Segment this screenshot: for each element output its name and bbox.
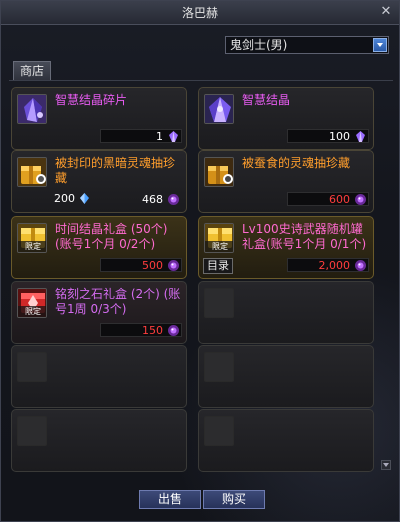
item-name: Lv100史诗武器随机罐礼盒(账号1个月 0/1个) — [242, 222, 367, 251]
price-value: 500 — [142, 259, 163, 272]
limited-badge: 限定 — [205, 241, 233, 252]
catalog-button[interactable]: 目录 — [203, 258, 233, 274]
price-field: 150 — [100, 323, 182, 337]
item-name: 被封印的黑暗灵魂抽珍藏 — [55, 156, 176, 185]
shop-item-slot[interactable]: 智慧结晶 100 — [198, 87, 374, 150]
inscription-stone-box-icon: 限定 — [17, 288, 47, 318]
item-name: 智慧结晶 — [242, 93, 291, 107]
epic-weapon-box-icon: 限定 — [204, 223, 234, 253]
time-crystal-box-icon: 限定 — [17, 223, 47, 253]
soul-icon — [168, 194, 179, 205]
devoured-box-icon — [204, 157, 234, 187]
empty-item-slot — [198, 409, 374, 472]
shop-item-slot[interactable]: 限定 铭刻之石礼盒 (2个) (账号1周 0/3个) 150 — [11, 281, 187, 344]
secondary-price-field: 200 — [17, 192, 95, 206]
price-value: 468 — [142, 193, 163, 206]
empty-item-slot — [198, 281, 374, 344]
item-name: 铭刻之石礼盒 (2个) (账号1周 0/3个) — [55, 287, 181, 316]
price-field: 2,000 — [287, 258, 369, 272]
window-title: 洛巴赫 — [181, 6, 218, 20]
shop-item-slot[interactable]: 智慧结晶碎片 1 — [11, 87, 187, 150]
price-field: 468 — [100, 192, 182, 206]
purple-crystal-icon — [356, 131, 365, 142]
empty-slot-icon — [204, 288, 234, 318]
job-dropdown[interactable]: 鬼剑士(男) — [225, 36, 389, 54]
soul-icon — [355, 194, 366, 205]
price-field: 100 — [287, 129, 369, 143]
scroll-down-icon[interactable] — [381, 460, 391, 470]
shop-item-slot[interactable]: 限定 Lv100史诗武器随机罐礼盒(账号1个月 0/1个) 目录 2,000 — [198, 216, 374, 279]
scrollbar[interactable] — [381, 91, 391, 463]
sell-button[interactable]: 出售 — [139, 490, 201, 509]
buy-button[interactable]: 购买 — [203, 490, 265, 509]
sealed-box-icon — [17, 157, 47, 187]
price-field: 500 — [100, 258, 182, 272]
close-icon[interactable]: ✕ — [379, 5, 393, 19]
shop-item-slot[interactable]: 被蚕食的灵魂抽珍藏 600 — [198, 150, 374, 213]
soul-icon — [168, 260, 179, 271]
shop-item-slot[interactable]: 被封印的黑暗灵魂抽珍藏 200 468 — [11, 150, 187, 213]
price-value: 600 — [329, 193, 350, 206]
item-name: 被蚕食的灵魂抽珍藏 — [242, 156, 351, 170]
item-name: 时间结晶礼盒 (50个) (账号1个月 0/2个) — [55, 222, 168, 251]
chevron-down-icon[interactable] — [373, 38, 387, 52]
job-dropdown-value: 鬼剑士(男) — [230, 38, 288, 52]
price-field: 1 — [100, 129, 182, 143]
empty-slot-icon — [204, 416, 234, 446]
secondary-price-value: 200 — [54, 192, 75, 205]
price-value: 2,000 — [318, 259, 351, 272]
price-value: 150 — [142, 324, 163, 337]
limited-badge: 限定 — [18, 241, 46, 252]
empty-slot-icon — [17, 352, 47, 382]
tab-shop[interactable]: 商店 — [13, 61, 51, 80]
soul-icon — [168, 325, 179, 336]
shop-item-slot[interactable]: 限定 时间结晶礼盒 (50个) (账号1个月 0/2个) 500 — [11, 216, 187, 279]
empty-item-slot — [198, 345, 374, 408]
window-titlebar[interactable]: 洛巴赫 ✕ — [1, 1, 399, 25]
npc-shop-window: 洛巴赫 ✕ 鬼剑士(男) 商店 智慧结晶碎片 1 智慧结晶 100 被封印的黑暗… — [0, 0, 400, 522]
blue-crystal-icon — [80, 193, 89, 204]
empty-slot-icon — [17, 416, 47, 446]
price-value: 1 — [156, 130, 163, 143]
empty-slot-icon — [204, 352, 234, 382]
purple-crystal-icon — [169, 131, 178, 142]
price-field: 600 — [287, 192, 369, 206]
wisdom-crystal-icon — [204, 94, 234, 124]
empty-item-slot — [11, 409, 187, 472]
crystal-shard-icon — [17, 94, 47, 124]
empty-item-slot — [11, 345, 187, 408]
soul-icon — [355, 260, 366, 271]
price-value: 100 — [329, 130, 350, 143]
limited-badge: 限定 — [18, 306, 46, 317]
item-name: 智慧结晶碎片 — [55, 93, 128, 107]
